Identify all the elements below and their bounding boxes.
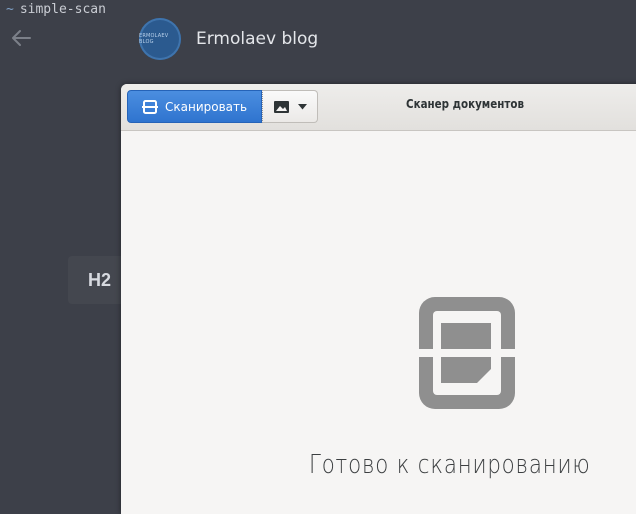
window-title: Сканер документов xyxy=(406,97,524,111)
chevron-down-icon xyxy=(297,103,307,109)
terminal-prompt-line: ~ simple-scan xyxy=(6,2,106,17)
terminal-command: simple-scan xyxy=(19,2,106,17)
scan-button-label: Сканировать xyxy=(165,99,248,114)
scan-button[interactable]: Сканировать xyxy=(127,90,262,123)
heading-chip[interactable]: H2 xyxy=(68,256,128,304)
document-type-menu-button[interactable] xyxy=(262,90,318,123)
status-message: Готово к сканированию xyxy=(309,450,591,480)
arrow-left-icon[interactable] xyxy=(10,28,32,48)
document-icon xyxy=(419,297,515,409)
blog-logo[interactable]: ERMOLAEV BLOG xyxy=(139,18,181,60)
scanner-icon xyxy=(142,99,158,114)
terminal-prompt: ~ xyxy=(6,2,14,17)
blog-logo-text: ERMOLAEV BLOG xyxy=(139,33,169,45)
scanner-window: Сканировать Сканер документов Готово к с… xyxy=(121,84,636,514)
blog-title[interactable]: Ermolaev blog xyxy=(196,29,318,49)
header-bar: Сканировать Сканер документов xyxy=(121,84,636,131)
image-icon xyxy=(273,100,289,113)
